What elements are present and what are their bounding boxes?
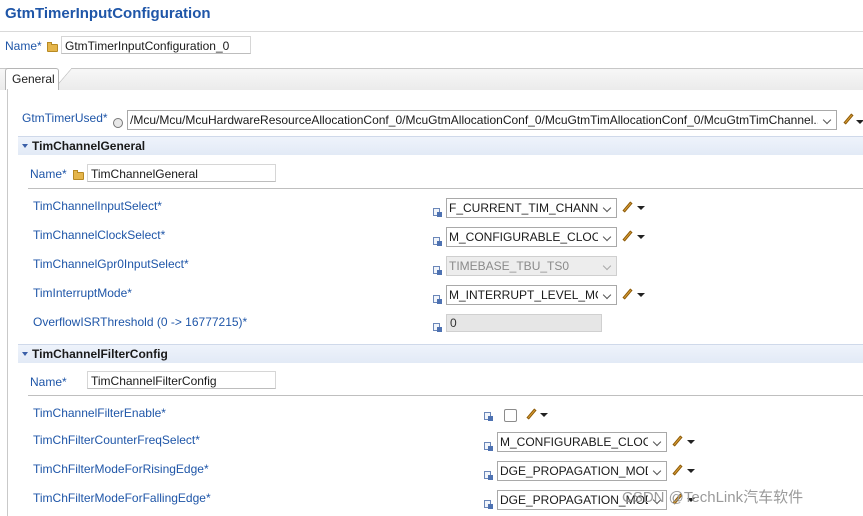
leaf-node-icon <box>433 207 442 217</box>
reference-icon <box>113 118 123 128</box>
select-value: TIMEBASE_TBU_TS0 <box>449 259 570 273</box>
tim-channel-gpr0-input-select-label: TimChannelGpr0InputSelect* <box>33 257 189 271</box>
watermark: CSDN @TechLink汽车软件 <box>622 489 804 506</box>
pencil-icon[interactable] <box>672 465 683 476</box>
title-divider <box>0 31 863 32</box>
folder-icon <box>47 42 58 52</box>
select-value: M_CONFIGURABLE_CLOCK_0 <box>500 435 648 449</box>
select-value: DGE_PROPAGATION_MODE <box>500 464 648 478</box>
leaf-node-icon <box>484 441 493 451</box>
pencil-icon[interactable] <box>622 231 633 242</box>
section-collapse-icon[interactable] <box>22 144 28 148</box>
leaf-node-icon <box>484 470 493 480</box>
tim-channel-gpr0-input-select: TIMEBASE_TBU_TS0 <box>446 256 617 276</box>
select-value: M_INTERRUPT_LEVEL_MODE <box>449 288 598 302</box>
tim-interrupt-mode-label: TimInterruptMode* <box>33 286 132 300</box>
chevron-down-icon <box>600 257 616 275</box>
tim-channel-input-select[interactable]: F_CURRENT_TIM_CHANNEL <box>446 198 617 218</box>
tim-ch-filter-mode-falling-edge-label: TimChFilterModeForFallingEdge* <box>33 491 211 505</box>
section-title: TimChannelGeneral <box>32 139 146 153</box>
pencil-icon[interactable] <box>672 436 683 447</box>
pencil-icon[interactable] <box>622 289 633 300</box>
select-value: F_CURRENT_TIM_CHANNEL <box>449 201 598 215</box>
section-title: TimChannelFilterConfig <box>32 347 168 361</box>
tim-ch-filter-counter-freq-select[interactable]: M_CONFIGURABLE_CLOCK_0 <box>497 432 667 452</box>
tim-interrupt-mode-select[interactable]: M_INTERRUPT_LEVEL_MODE <box>446 285 617 305</box>
folder-icon <box>73 170 84 180</box>
dropdown-caret-icon[interactable] <box>637 206 645 210</box>
tim-channel-filter-name-input[interactable]: TimChannelFilterConfig <box>87 371 276 389</box>
tim-channel-filter-enable-checkbox[interactable] <box>504 409 517 422</box>
gtm-timer-used-label: GtmTimerUsed* <box>22 111 108 125</box>
section-divider <box>28 188 863 189</box>
pencil-icon[interactable] <box>622 202 633 213</box>
tim-ch-filter-counter-freq-select-label: TimChFilterCounterFreqSelect* <box>33 433 200 447</box>
leaf-node-icon <box>433 322 442 332</box>
chevron-down-icon[interactable] <box>820 111 836 129</box>
gtm-timer-used-value: /Mcu/Mcu/McuHardwareResourceAllocationCo… <box>130 113 818 127</box>
leaf-node-icon <box>433 265 442 275</box>
chevron-down-icon[interactable] <box>650 462 666 480</box>
tim-channel-clock-select[interactable]: M_CONFIGURABLE_CLOCK_0 <box>446 227 617 247</box>
gtm-timer-used-select[interactable]: /Mcu/Mcu/McuHardwareResourceAllocationCo… <box>127 110 837 130</box>
leaf-node-icon <box>433 294 442 304</box>
tim-ch-filter-mode-rising-edge-select[interactable]: DGE_PROPAGATION_MODE <box>497 461 667 481</box>
name-input[interactable]: GtmTimerInputConfiguration_0 <box>61 36 251 54</box>
tim-channel-filter-name-label: Name* <box>30 375 67 389</box>
chevron-down-icon[interactable] <box>650 433 666 451</box>
tim-ch-filter-mode-rising-edge-label: TimChFilterModeForRisingEdge* <box>33 462 209 476</box>
dropdown-caret-icon[interactable] <box>540 413 548 417</box>
chevron-down-icon[interactable] <box>600 286 616 304</box>
tab-general[interactable]: General <box>5 68 59 90</box>
dropdown-caret-icon[interactable] <box>637 293 645 297</box>
tim-channel-clock-select-label: TimChannelClockSelect* <box>33 228 166 242</box>
section-divider <box>28 395 863 396</box>
section-tim-channel-general[interactable]: TimChannelGeneral <box>18 136 863 155</box>
panel-border <box>7 89 8 516</box>
tab-bar <box>0 68 863 90</box>
tim-channel-general-name-input[interactable]: TimChannelGeneral <box>87 164 276 182</box>
page-title: GtmTimerInputConfiguration <box>5 5 211 22</box>
pencil-icon[interactable] <box>843 114 854 125</box>
dropdown-caret-icon[interactable] <box>856 120 863 124</box>
tim-channel-general-name-label: Name* <box>30 167 67 181</box>
dropdown-caret-icon[interactable] <box>687 440 695 444</box>
leaf-node-icon <box>433 236 442 246</box>
section-tim-channel-filter-config[interactable]: TimChannelFilterConfig <box>18 344 863 363</box>
overflow-isr-threshold-label: OverflowISRThreshold (0 -> 16777215)* <box>33 315 248 329</box>
chevron-down-icon[interactable] <box>600 199 616 217</box>
dropdown-caret-icon[interactable] <box>637 235 645 239</box>
pencil-icon[interactable] <box>526 409 537 420</box>
section-collapse-icon[interactable] <box>22 352 28 356</box>
dropdown-caret-icon[interactable] <box>687 469 695 473</box>
select-value: M_CONFIGURABLE_CLOCK_0 <box>449 230 598 244</box>
overflow-isr-threshold-input[interactable]: 0 <box>446 314 602 332</box>
tim-channel-filter-enable-label: TimChannelFilterEnable* <box>33 406 166 420</box>
leaf-node-icon <box>484 411 493 421</box>
name-label: Name* <box>5 39 42 53</box>
chevron-down-icon[interactable] <box>600 228 616 246</box>
leaf-node-icon <box>484 499 493 509</box>
tim-channel-input-select-label: TimChannelInputSelect* <box>33 199 162 213</box>
